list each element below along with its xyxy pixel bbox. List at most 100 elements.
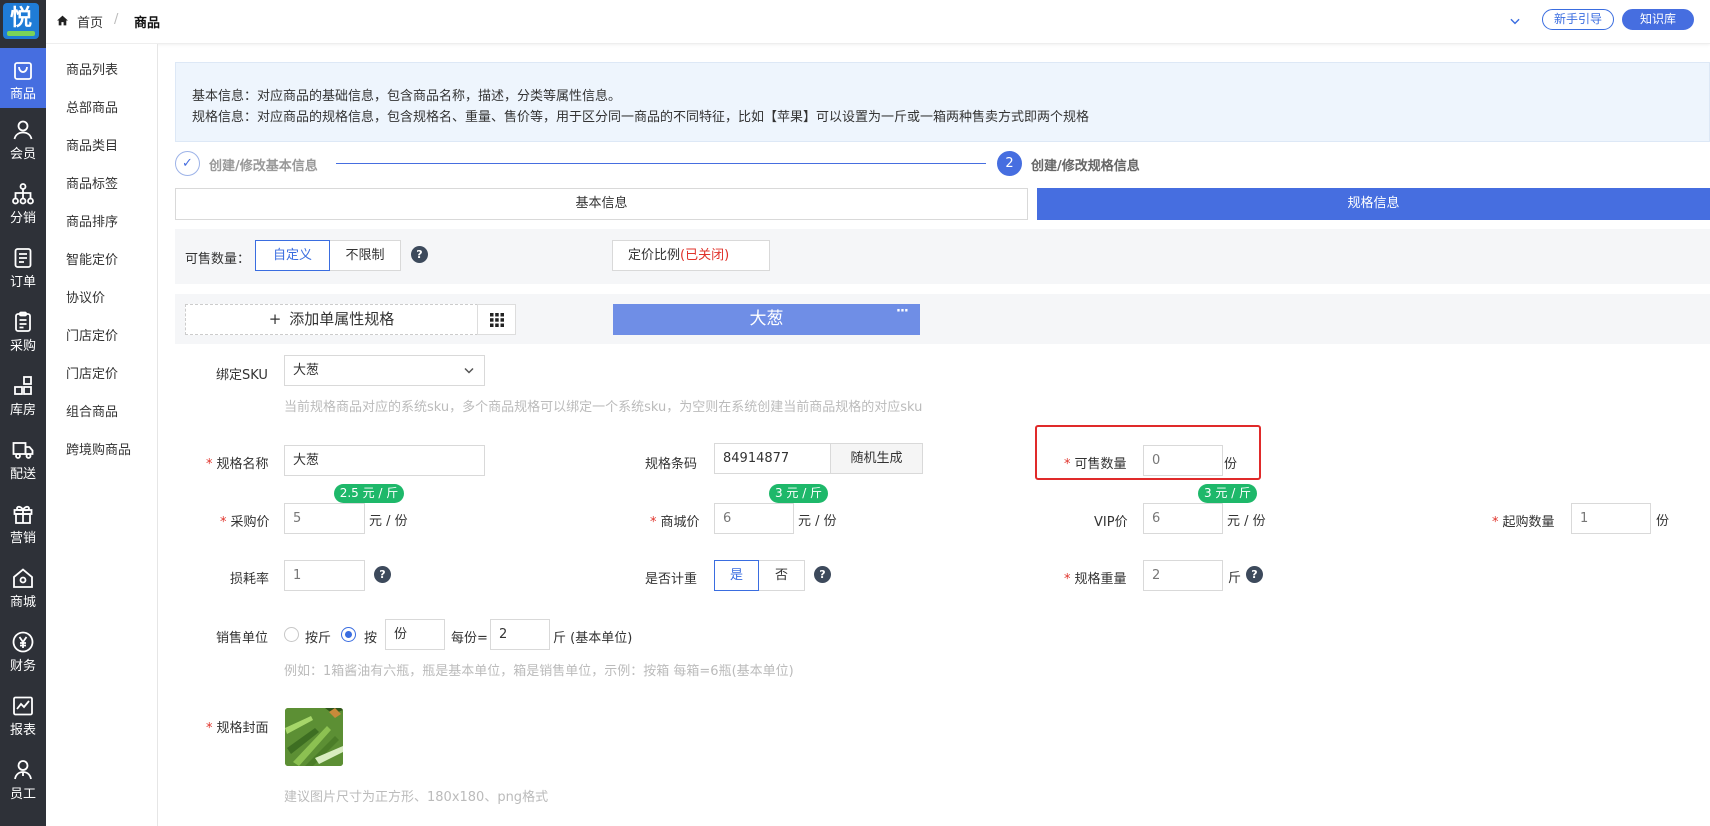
sellable-qty-unit: 份 xyxy=(1224,457,1238,472)
rail-item-mall[interactable]: 商城 xyxy=(0,556,46,616)
help-icon[interactable]: ? xyxy=(411,246,428,263)
rail-label: 财务 xyxy=(9,659,36,674)
rail-item-order[interactable]: 订单 xyxy=(0,236,46,296)
sellable-qty-label: * 可售数量 xyxy=(1064,457,1127,472)
rail-item-warehouse[interactable]: 库房 xyxy=(0,364,46,424)
sellable-qty-input[interactable]: 0 xyxy=(1143,445,1223,476)
sale-qty-unlimited-button[interactable]: 不限制 xyxy=(329,240,401,271)
submenu-item[interactable]: 商品排序 xyxy=(66,211,118,230)
rail-label: 商品 xyxy=(9,87,36,102)
add-spec-label: 添加单属性规格 xyxy=(289,310,395,328)
spec-name-input[interactable]: 大葱 xyxy=(284,445,485,476)
mall-price-label: * 商城价 xyxy=(650,515,700,530)
rail-item-finance[interactable]: 财务 xyxy=(0,620,46,680)
submenu-item[interactable]: 商品类目 xyxy=(66,135,118,154)
grid-menu-icon[interactable] xyxy=(477,304,516,335)
rail-item-goods[interactable]: 商品 xyxy=(0,48,46,108)
pricing-ratio-label: 定价比例 xyxy=(628,248,681,263)
sale-unit-hint: 例如：1箱酱油有六瓶，瓶是基本单位，箱是销售单位，示例：按箱 每箱=6瓶(基本单… xyxy=(284,664,794,679)
spec-weight-label-text: 规格重量 xyxy=(1074,572,1127,587)
submenu-item[interactable]: 组合商品 xyxy=(66,401,118,420)
bind-sku-label: 绑定SKU xyxy=(216,368,268,383)
weighed-yes-button[interactable]: 是 xyxy=(714,560,759,591)
loss-rate-label: 损耗率 xyxy=(230,572,270,587)
tree-icon xyxy=(12,183,34,205)
pricing-ratio-button[interactable]: 定价比例(已关闭) xyxy=(612,240,770,271)
rail-label: 营销 xyxy=(9,531,36,546)
weighed-no-button[interactable]: 否 xyxy=(758,560,805,591)
barcode-input[interactable]: 84914877 xyxy=(714,443,831,474)
rail-item-marketing[interactable]: 营销 xyxy=(0,492,46,552)
purchase-price-input[interactable]: 5 xyxy=(284,503,365,534)
breadcrumb-home[interactable]: 首页 xyxy=(77,12,103,31)
rail-item-member[interactable]: 会员 xyxy=(0,108,46,168)
rail-item-report[interactable]: 报表 xyxy=(0,684,46,744)
guide-button[interactable]: 新手引导 xyxy=(1542,9,1614,30)
sale-unit-per-input[interactable]: 2 xyxy=(490,619,550,650)
sale-qty-custom-button[interactable]: 自定义 xyxy=(255,240,330,271)
submenu-item[interactable]: 总部商品 xyxy=(66,97,118,116)
rail-item-staff[interactable]: 员工 xyxy=(0,748,46,808)
help-icon[interactable]: ? xyxy=(374,566,391,583)
submenu-item[interactable]: 商品标签 xyxy=(66,173,118,192)
tab-basic-info[interactable]: 基本信息 xyxy=(175,188,1028,220)
logo-text: 悦 xyxy=(9,6,32,31)
mall-price-input[interactable]: 6 xyxy=(714,503,794,534)
submenu-item[interactable]: 门店定价 xyxy=(66,325,118,344)
vip-price-label: VIP价 xyxy=(1094,515,1128,530)
bind-sku-hint: 当前规格商品对应的系统sku，多个商品规格可以绑定一个系统sku，为空则在系统创… xyxy=(284,400,923,415)
submenu-item[interactable]: 门店定价 xyxy=(66,363,118,382)
chevron-down-icon[interactable] xyxy=(1508,14,1522,28)
add-spec-button[interactable]: + 添加单属性规格 xyxy=(185,304,478,335)
spec-chip[interactable]: 大葱 xyxy=(613,304,920,335)
submenu-item[interactable]: 商品列表 xyxy=(66,59,118,78)
rail-label: 报表 xyxy=(9,723,36,738)
app-logo[interactable]: 悦 xyxy=(3,3,39,39)
help-icon[interactable]: ? xyxy=(1246,566,1263,583)
chart-icon xyxy=(13,696,33,716)
info-line-basic: 基本信息：对应商品的基础信息，包含商品名称，描述，分类等属性信息。 xyxy=(192,89,622,104)
rail-item-purchase[interactable]: 采购 xyxy=(0,300,46,360)
submenu-item[interactable]: 跨境购商品 xyxy=(66,439,131,458)
spec-cover-image[interactable] xyxy=(285,708,343,766)
min-qty-label-text: 起购数量 xyxy=(1502,515,1555,530)
rail-item-distribution[interactable]: 分销 xyxy=(0,172,46,232)
spec-cover-label: * 规格封面 xyxy=(206,721,269,736)
sale-unit-by: 按 xyxy=(364,631,378,646)
chevron-down-icon xyxy=(464,367,474,374)
submenu-item[interactable]: 智能定价 xyxy=(66,249,118,268)
breadcrumb-separator: / xyxy=(114,12,119,27)
bag-icon xyxy=(14,62,32,80)
min-qty-input[interactable]: 1 xyxy=(1571,503,1651,534)
spec-weight-input[interactable]: 2 xyxy=(1143,560,1223,591)
loss-rate-input[interactable]: 1 xyxy=(284,560,365,591)
sale-unit-radio-jin[interactable] xyxy=(284,627,299,642)
step-1-check-icon: ✓ xyxy=(175,151,200,176)
min-qty-unit: 份 xyxy=(1656,514,1670,529)
home-icon xyxy=(57,15,68,26)
help-icon[interactable]: ? xyxy=(814,566,831,583)
sale-unit-per: 每份= xyxy=(451,631,488,646)
min-qty-label: * 起购数量 xyxy=(1492,515,1555,530)
submenu-item[interactable]: 协议价 xyxy=(66,287,105,306)
knowledge-base-button[interactable]: 知识库 xyxy=(1622,9,1694,30)
bind-sku-select[interactable]: 大葱 xyxy=(284,355,485,386)
sale-unit-label: 销售单位 xyxy=(216,631,269,646)
purchase-price-label-text: 采购价 xyxy=(230,515,270,530)
info-line-spec: 规格信息：对应商品的规格信息，包含规格名、重量、售价等，用于区分同一商品的不同特… xyxy=(192,110,1090,125)
random-generate-button[interactable]: 随机生成 xyxy=(830,443,923,474)
bind-sku-value: 大葱 xyxy=(293,363,320,378)
rail-item-delivery[interactable]: 配送 xyxy=(0,428,46,488)
spec-weight-label: * 规格重量 xyxy=(1064,572,1127,587)
rail-label: 会员 xyxy=(9,147,36,162)
sale-unit-name-input[interactable]: 份 xyxy=(385,619,445,650)
tab-spec-info[interactable]: 规格信息 xyxy=(1037,188,1710,220)
barcode-label: 规格条码 xyxy=(645,457,698,472)
info-notice: 基本信息：对应商品的基础信息，包含商品名称，描述，分类等属性信息。 规格信息：对… xyxy=(175,62,1710,142)
left-nav-rail: 悦 商品 会员 分销 订单 采购 库房 配送 营销 商城 财务 报表 员工 xyxy=(0,0,46,826)
sale-unit-radio-custom[interactable] xyxy=(341,627,356,642)
spec-cover-hint: 建议图片尺寸为正方形、180x180、png格式 xyxy=(284,790,549,805)
breadcrumb-current: 商品 xyxy=(134,16,161,31)
more-icon[interactable]: ··· xyxy=(896,304,909,319)
vip-price-input[interactable]: 6 xyxy=(1143,503,1223,534)
